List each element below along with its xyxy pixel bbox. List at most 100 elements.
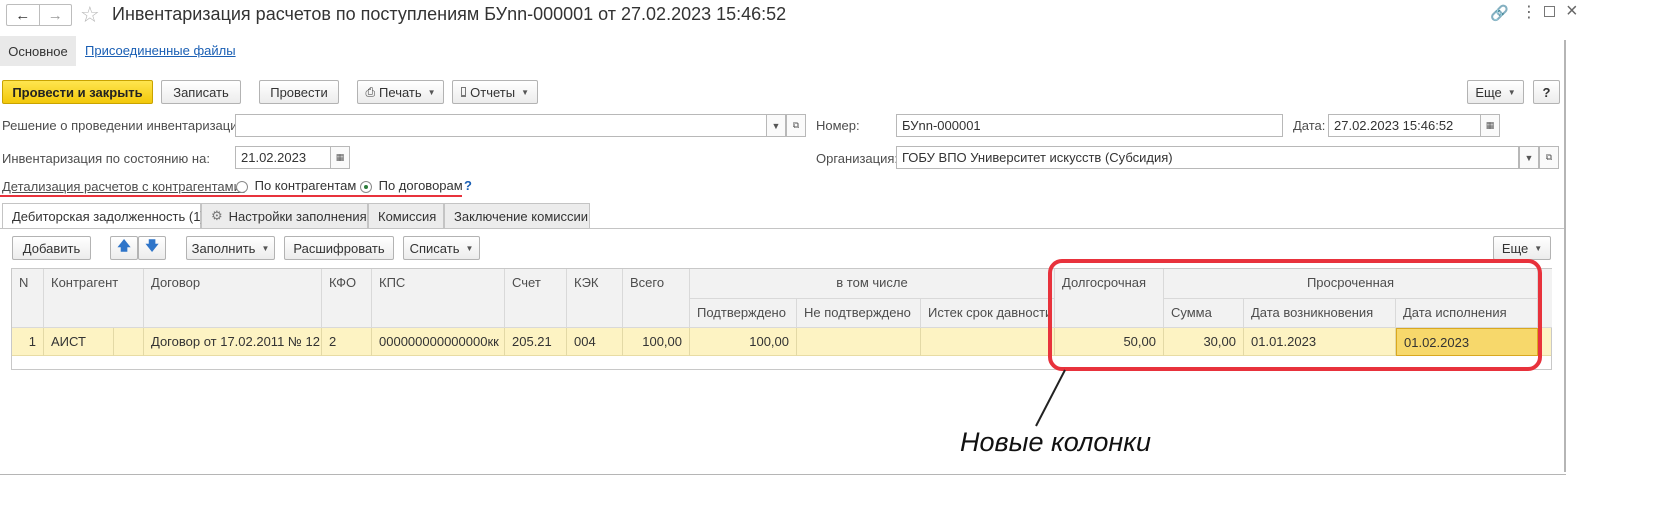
arrow-left-icon: ← bbox=[15, 6, 31, 24]
cell-contract[interactable]: Договор от 17.02.2011 № 12 bbox=[144, 328, 322, 356]
detail-label: Детализация расчетов с контрагентами: bbox=[2, 179, 245, 194]
post-and-close-button[interactable]: Провести и закрыть bbox=[2, 80, 153, 104]
tab-commission-conclusion[interactable]: Заключение комиссии bbox=[444, 203, 590, 228]
tab-receivables[interactable]: Дебиторская задолженность (1) bbox=[2, 203, 205, 229]
state-date-field[interactable]: 21.02.2023 bbox=[235, 146, 331, 169]
link-icon[interactable]: 🔗 bbox=[1490, 4, 1509, 22]
fill-button[interactable]: Заполнить ▼ bbox=[186, 236, 275, 260]
cell-total[interactable]: 100,00 bbox=[623, 328, 690, 356]
chevron-down-icon: ▼ bbox=[465, 243, 474, 253]
th-not-confirmed[interactable]: Не подтверждено bbox=[797, 299, 921, 328]
number-label: Номер: bbox=[816, 118, 860, 133]
move-down-button[interactable]: 🡇 bbox=[138, 236, 166, 260]
cell-kfo[interactable]: 2 bbox=[322, 328, 372, 356]
th-kfo[interactable]: КФО bbox=[322, 269, 372, 328]
th-contract[interactable]: Договор bbox=[144, 269, 322, 328]
decision-dropdown-button[interactable]: ▼ bbox=[766, 114, 786, 137]
save-button[interactable]: Записать bbox=[161, 80, 241, 104]
open-window-icon: ⧉ bbox=[792, 120, 800, 130]
decision-label: Решение о проведении инвентаризации: bbox=[2, 118, 249, 133]
date-field[interactable]: 27.02.2023 15:46:52 bbox=[1328, 114, 1481, 137]
favorite-star-icon[interactable]: ☆ bbox=[80, 2, 100, 28]
annotation-pointer-line bbox=[1035, 369, 1066, 427]
organization-open-button[interactable]: ⧉ bbox=[1539, 146, 1559, 169]
th-total[interactable]: Всего bbox=[623, 269, 690, 328]
date-label: Дата: bbox=[1293, 118, 1326, 133]
th-confirmed[interactable]: Подтверждено bbox=[690, 299, 797, 328]
window-bottom-border bbox=[0, 474, 1566, 475]
move-up-button[interactable]: 🡅 bbox=[110, 236, 138, 260]
cell-confirmed[interactable]: 100,00 bbox=[690, 328, 797, 356]
number-field[interactable]: БУnn-000001 bbox=[896, 114, 1283, 137]
th-n[interactable]: N bbox=[12, 269, 44, 328]
organization-dropdown-button[interactable]: ▼ bbox=[1519, 146, 1539, 169]
writeoff-button[interactable]: Списать ▼ bbox=[403, 236, 480, 260]
back-button[interactable]: ← bbox=[7, 5, 40, 25]
menu-dots-icon[interactable]: ⋮ bbox=[1521, 2, 1537, 22]
close-icon[interactable]: × bbox=[1566, 0, 1578, 23]
annotation-label: Новые колонки bbox=[960, 427, 1152, 457]
radio-selected-icon bbox=[360, 180, 372, 193]
report-icon bbox=[461, 87, 467, 97]
nav-tab-attached-files[interactable]: Присоединенные файлы bbox=[85, 43, 236, 58]
nav-tab-main[interactable]: Основное bbox=[0, 36, 76, 66]
arrow-down-icon: 🡇 bbox=[145, 238, 159, 253]
organization-label: Организация: bbox=[816, 151, 899, 166]
nav-back-forward: ← → bbox=[6, 4, 72, 26]
post-button[interactable]: Провести bbox=[259, 80, 339, 104]
th-counterparty[interactable]: Контрагент bbox=[44, 269, 144, 328]
tab-commission[interactable]: Комиссия bbox=[368, 203, 444, 228]
tab-fill-settings[interactable]: ⚙ Настройки заполнения bbox=[201, 203, 368, 228]
chevron-down-icon: ▼ bbox=[521, 87, 529, 97]
cell-account[interactable]: 205.21 bbox=[505, 328, 567, 356]
calendar-icon: ▦ bbox=[335, 152, 345, 162]
decision-open-button[interactable]: ⧉ bbox=[786, 114, 806, 137]
window-title: Инвентаризация расчетов по поступлениям … bbox=[112, 4, 787, 24]
open-window-icon: ⧉ bbox=[1545, 152, 1553, 162]
tab-panel-border bbox=[0, 228, 1566, 229]
radio-by-contract[interactable]: По договорам bbox=[360, 178, 463, 193]
gear-icon: ⚙ bbox=[211, 208, 223, 223]
th-expired[interactable]: Истек срок давности bbox=[921, 299, 1055, 328]
help-button[interactable]: ? bbox=[1533, 80, 1560, 104]
forward-button[interactable]: → bbox=[40, 5, 72, 25]
chevron-down-icon: ▼ bbox=[1524, 152, 1534, 163]
table-more-button[interactable]: Еще ▼ bbox=[1493, 236, 1551, 260]
th-kek[interactable]: КЭК bbox=[567, 269, 623, 328]
decode-button[interactable]: Расшифровать bbox=[284, 236, 394, 260]
arrow-right-icon: → bbox=[47, 6, 63, 24]
state-date-label: Инвентаризация по состоянию на: bbox=[2, 151, 210, 166]
state-date-calendar-button[interactable]: ▦ bbox=[330, 146, 350, 169]
annotation-underline bbox=[0, 195, 462, 197]
reports-button[interactable]: Отчеты ▼ bbox=[452, 80, 538, 104]
help-question-icon[interactable]: ? bbox=[464, 178, 472, 193]
th-kps[interactable]: КПС bbox=[372, 269, 505, 328]
annotation-highlight-box bbox=[1048, 259, 1542, 371]
th-account[interactable]: Счет bbox=[505, 269, 567, 328]
print-button[interactable]: ⎙ Печать ▼ bbox=[357, 80, 444, 104]
cell-expired[interactable] bbox=[921, 328, 1055, 356]
printer-icon: ⎙ bbox=[365, 84, 376, 99]
more-button[interactable]: Еще ▼ bbox=[1467, 80, 1524, 104]
chevron-down-icon: ▼ bbox=[427, 87, 436, 97]
chevron-down-icon: ▼ bbox=[261, 243, 270, 253]
organization-field[interactable]: ГОБУ ВПО Университет искусств (Субсидия) bbox=[896, 146, 1519, 169]
arrow-up-icon: 🡅 bbox=[117, 238, 131, 253]
vertical-scrollbar[interactable] bbox=[1564, 40, 1566, 472]
cell-kps[interactable]: 000000000000000кк bbox=[372, 328, 505, 356]
radio-by-counterparty[interactable]: По контрагентам bbox=[236, 178, 356, 193]
cell-counterparty-extra[interactable] bbox=[114, 328, 144, 356]
cell-counterparty[interactable]: АИСТ bbox=[44, 328, 114, 356]
chevron-down-icon: ▼ bbox=[1507, 87, 1516, 97]
radio-icon bbox=[236, 180, 248, 193]
add-row-button[interactable]: Добавить bbox=[12, 236, 91, 260]
calendar-icon: ▦ bbox=[1485, 120, 1495, 130]
maximize-icon[interactable] bbox=[1544, 6, 1555, 17]
th-including[interactable]: в том числе bbox=[690, 269, 1055, 299]
cell-not-confirmed[interactable] bbox=[797, 328, 921, 356]
cell-kek[interactable]: 004 bbox=[567, 328, 623, 356]
chevron-down-icon: ▼ bbox=[771, 120, 781, 131]
cell-n[interactable]: 1 bbox=[12, 328, 44, 356]
decision-field[interactable] bbox=[235, 114, 767, 137]
date-calendar-button[interactable]: ▦ bbox=[1480, 114, 1500, 137]
